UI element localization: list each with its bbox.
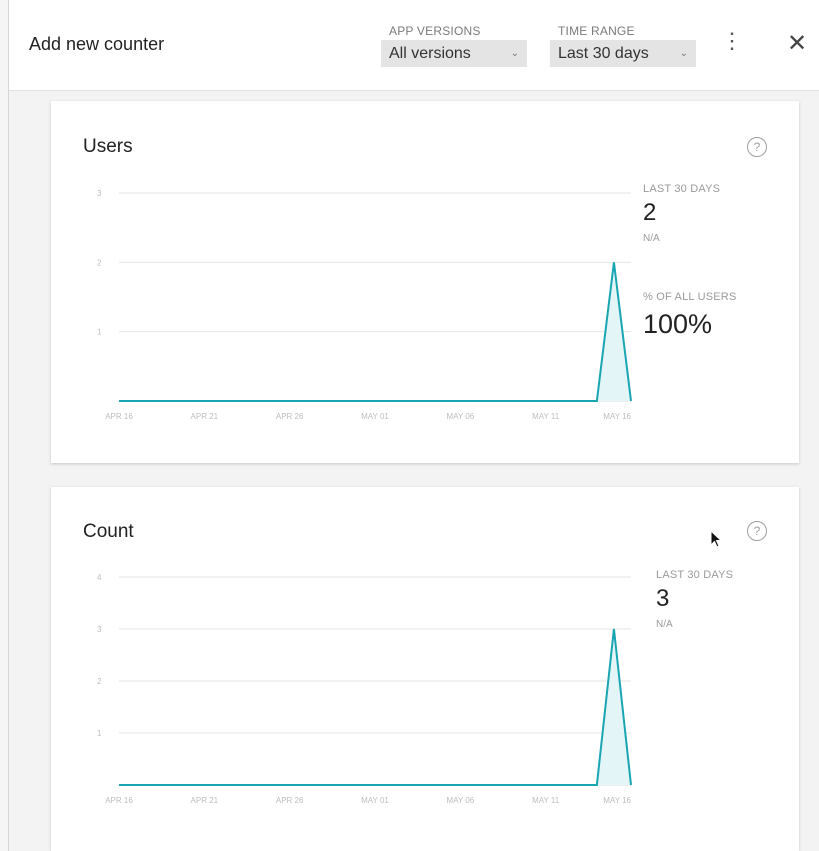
x-tick-label: MAY 06	[446, 412, 474, 421]
y-tick-label: 1	[97, 328, 102, 337]
card-title: Count	[83, 521, 134, 542]
time-range-select[interactable]: Last 30 days ⌄	[550, 40, 696, 67]
x-tick-label: APR 16	[105, 412, 133, 421]
y-tick-label: 3	[97, 189, 102, 198]
mouse-pointer-icon	[710, 529, 724, 555]
help-icon[interactable]: ?	[747, 521, 767, 541]
x-tick-label: MAY 01	[361, 796, 389, 805]
x-tick-label: APR 21	[191, 796, 219, 805]
dialog-title: Add new counter	[29, 34, 165, 54]
stat-sub: N/A	[656, 619, 673, 630]
stat-label: LAST 30 DAYS	[656, 569, 734, 581]
y-tick-label: 2	[97, 258, 102, 267]
x-tick-label: APR 16	[105, 796, 133, 805]
y-tick-label: 1	[97, 729, 102, 738]
x-tick-label: MAY 06	[446, 796, 474, 805]
x-tick-label: APR 26	[276, 412, 304, 421]
stat-label: LAST 30 DAYS	[643, 183, 721, 195]
y-tick-label: 3	[97, 625, 102, 634]
chevron-down-icon: ⌄	[510, 48, 519, 59]
x-tick-label: MAY 16	[603, 412, 631, 421]
count-card: Count ? 1 2 3 4 APR 16 APR 21 APR 26 MAY 01 MAY …	[51, 487, 799, 851]
help-icon[interactable]: ?	[747, 137, 767, 157]
x-tick-label: APR 21	[191, 412, 219, 421]
stat-value: 100%	[643, 309, 713, 339]
x-tick-label: APR 26	[276, 796, 304, 805]
time-range-value: Last 30 days	[558, 44, 649, 62]
close-icon[interactable]: ✕	[787, 30, 807, 58]
app-versions-label: APP VERSIONS	[389, 24, 481, 38]
app-versions-value: All versions	[389, 44, 471, 62]
stat-sub: N/A	[643, 233, 660, 244]
count-chart: 1 2 3 4 APR 16 APR 21 APR 26 MAY 01 MAY 06 MAY 11…	[97, 573, 632, 805]
y-tick-label: 4	[97, 573, 102, 582]
series-area	[119, 629, 631, 785]
chevron-down-icon: ⌄	[679, 48, 688, 59]
dialog: Add new counter APP VERSIONS All version…	[8, 0, 819, 851]
stat-value: 2	[643, 199, 657, 226]
more-vert-icon[interactable]: ⋮	[721, 30, 743, 52]
users-chart: 1 2 3 APR 16 APR 21 APR 26 MAY 01 MAY 06 MAY 11 M…	[97, 189, 632, 421]
time-range-label: TIME RANGE	[558, 24, 635, 38]
x-tick-label: MAY 11	[532, 412, 560, 421]
time-range-filter: TIME RANGE Last 30 days ⌄	[550, 24, 696, 67]
app-versions-filter: APP VERSIONS All versions ⌄	[381, 24, 527, 67]
users-card: Users ? 1 2 3 APR 16 APR 21 APR 26 MAY 01 MAY 0…	[51, 101, 799, 463]
dialog-header: Add new counter APP VERSIONS All version…	[9, 0, 819, 91]
stat-value: 3	[656, 585, 670, 612]
card-title: Users	[83, 136, 133, 157]
x-tick-label: MAY 16	[603, 796, 631, 805]
app-versions-select[interactable]: All versions ⌄	[381, 40, 527, 67]
x-tick-label: MAY 01	[361, 412, 389, 421]
x-tick-label: MAY 11	[532, 796, 560, 805]
y-tick-label: 2	[97, 677, 102, 686]
stat-label: % OF ALL USERS	[643, 291, 737, 303]
series-line	[119, 628, 632, 786]
